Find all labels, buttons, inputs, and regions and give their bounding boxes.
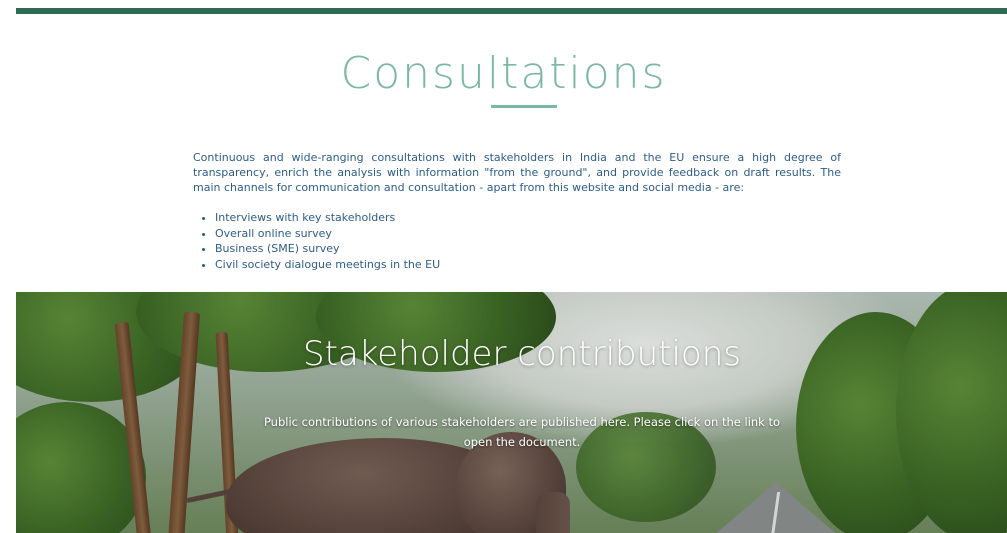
- stakeholder-hero-banner: Stakeholder contributions Public contrib…: [16, 292, 1007, 533]
- page-title: Consultations: [340, 48, 667, 99]
- list-item: Overall online survey: [215, 226, 440, 242]
- channel-list: Interviews with key stakeholders Overall…: [198, 210, 440, 272]
- title-underline: [491, 105, 557, 108]
- list-item: Civil society dialogue meetings in the E…: [215, 257, 440, 273]
- list-item: Interviews with key stakeholders: [215, 210, 440, 226]
- page: Consultations Continuous and wide-rangin…: [0, 0, 1007, 533]
- section-description: Public contributions of various stakehol…: [263, 415, 781, 449]
- list-item: Business (SME) survey: [215, 241, 440, 257]
- intro-paragraph: Continuous and wide-ranging consultation…: [193, 151, 841, 194]
- top-bar: [16, 8, 1007, 14]
- section-title: Stakeholder contributions: [303, 334, 741, 374]
